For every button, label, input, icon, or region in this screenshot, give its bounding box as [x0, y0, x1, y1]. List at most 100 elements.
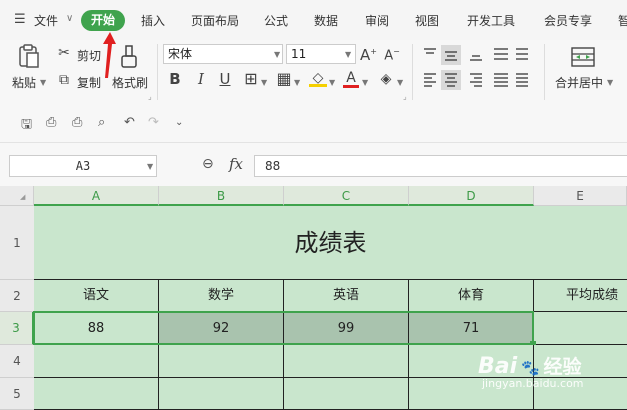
- select-all-corner[interactable]: [0, 186, 34, 206]
- shrink-font-icon[interactable]: A−: [384, 43, 400, 65]
- red-arrow-annotation: [103, 32, 116, 78]
- file-menu[interactable]: 文件: [34, 12, 58, 29]
- tab-developer[interactable]: 开发工具: [467, 12, 515, 29]
- formula-input[interactable]: 88: [254, 155, 627, 177]
- cell-style-icon[interactable]: ▦: [275, 70, 293, 88]
- underline-button[interactable]: U: [216, 70, 234, 88]
- row-header-4[interactable]: 4: [0, 345, 34, 378]
- merge-center-icon[interactable]: [570, 46, 596, 68]
- column-header-b[interactable]: B: [159, 186, 284, 206]
- eraser-icon[interactable]: ◈: [377, 70, 395, 88]
- column-header-d[interactable]: D: [409, 186, 534, 206]
- hamburger-icon[interactable]: ☰: [14, 12, 26, 27]
- row-header-2[interactable]: 2: [0, 280, 34, 312]
- empty-cell[interactable]: [284, 345, 409, 378]
- middle-align-button-bg: [441, 45, 461, 65]
- cell-style-dropdown-icon[interactable]: ▼: [294, 78, 300, 87]
- print-icon[interactable]: ⎙: [72, 115, 82, 130]
- header-cell-english[interactable]: 英语: [284, 280, 409, 312]
- empty-cell[interactable]: [34, 378, 159, 410]
- print-preview-icon[interactable]: ⌕: [98, 115, 105, 130]
- zoom-function-icon[interactable]: ⊖: [202, 156, 214, 172]
- font-name-select[interactable]: 宋体: [163, 44, 283, 64]
- watermark-url: jingyan.baidu.com: [482, 377, 584, 390]
- insert-function-button[interactable]: fx: [229, 155, 243, 173]
- watermark-brand-suffix: 经验: [543, 356, 582, 378]
- tab-start[interactable]: 开始: [81, 10, 125, 31]
- empty-cell[interactable]: [159, 345, 284, 378]
- font-dialog-launcher-icon[interactable]: ⌟: [403, 92, 407, 101]
- menu-bar: ☰ 文件 ∨ 开始 插入 页面布局 公式 数据 审阅 视图 开发工具 会员专享 …: [0, 0, 627, 40]
- row-header-3[interactable]: 3: [0, 312, 34, 345]
- watermark-brand: Bai: [478, 354, 518, 379]
- header-cell-math[interactable]: 数学: [159, 280, 284, 312]
- tab-formulas[interactable]: 公式: [264, 12, 288, 29]
- header-cell-pe[interactable]: 体育: [409, 280, 534, 312]
- header-cell-average[interactable]: 平均成绩: [534, 280, 627, 312]
- paste-button[interactable]: 粘贴: [12, 74, 36, 91]
- ribbon-divider: [412, 44, 413, 100]
- copy-icon[interactable]: ⧉: [55, 71, 73, 89]
- column-header-c[interactable]: C: [284, 186, 409, 206]
- scissors-icon[interactable]: ✂: [55, 44, 73, 62]
- tab-page-layout[interactable]: 页面布局: [191, 12, 239, 29]
- empty-cell[interactable]: [284, 378, 409, 410]
- merge-center-dropdown-icon[interactable]: ▼: [607, 78, 613, 87]
- name-box-dropdown-icon[interactable]: ▼: [147, 162, 153, 171]
- grow-font-icon[interactable]: A+: [360, 43, 377, 64]
- name-box[interactable]: A3: [9, 155, 157, 177]
- fill-color-icon[interactable]: ◇: [309, 69, 327, 87]
- border-icon[interactable]: ⊞: [242, 70, 260, 88]
- empty-cell[interactable]: [34, 345, 159, 378]
- font-color-icon[interactable]: A: [343, 69, 359, 88]
- chevron-down-icon[interactable]: ∨: [66, 13, 73, 24]
- font-color-dropdown-icon[interactable]: ▼: [362, 78, 368, 87]
- clear-dropdown-icon[interactable]: ▼: [397, 78, 403, 87]
- score-cell-c3[interactable]: 99: [284, 312, 409, 345]
- score-cell-d3[interactable]: 71: [409, 312, 534, 345]
- copy-button[interactable]: 复制: [77, 74, 101, 91]
- format-painter-icon[interactable]: [119, 44, 139, 70]
- empty-cell[interactable]: [159, 378, 284, 410]
- ribbon-divider: [157, 44, 158, 100]
- fill-color-dropdown-icon[interactable]: ▼: [329, 78, 335, 87]
- tab-insert[interactable]: 插入: [141, 12, 165, 29]
- paw-icon: 🐾: [520, 359, 540, 377]
- score-cell-a3[interactable]: 88: [34, 312, 159, 345]
- undo-icon[interactable]: ↶: [124, 115, 135, 130]
- clipboard-dialog-launcher-icon[interactable]: ⌟: [148, 92, 152, 101]
- tab-review[interactable]: 审阅: [365, 12, 389, 29]
- merge-center-button[interactable]: 合并居中: [555, 74, 603, 91]
- clipboard-icon[interactable]: [16, 43, 42, 69]
- font-name-dropdown-icon[interactable]: ▼: [274, 50, 280, 59]
- header-cell-chinese[interactable]: 语文: [34, 280, 159, 312]
- score-cell-b3[interactable]: 92: [159, 312, 284, 345]
- cut-button[interactable]: 剪切: [77, 47, 101, 64]
- column-header-e[interactable]: E: [534, 186, 627, 206]
- bold-button[interactable]: B: [166, 70, 184, 88]
- title-cell[interactable]: 成绩表: [34, 206, 627, 280]
- ribbon-divider: [544, 44, 545, 100]
- quick-access-toolbar: 🖫 ⎙ ⎙ ⌕ ↶ ↷ ⌄: [0, 104, 627, 143]
- row-header-1[interactable]: 1: [0, 206, 34, 280]
- tab-view[interactable]: 视图: [415, 12, 439, 29]
- row-header-5[interactable]: 5: [0, 378, 34, 410]
- tab-data[interactable]: 数据: [314, 12, 338, 29]
- customize-toolbar-icon[interactable]: ⌄: [175, 117, 183, 128]
- tab-smart[interactable]: 智: [618, 12, 627, 29]
- baidu-watermark: Bai 🐾 经验 jingyan.baidu.com: [478, 352, 624, 408]
- alignment-group: [424, 45, 528, 90]
- export-pdf-icon[interactable]: ⎙: [46, 115, 56, 130]
- font-size-dropdown-icon[interactable]: ▼: [345, 50, 351, 59]
- paste-dropdown-icon[interactable]: ▼: [40, 78, 46, 87]
- border-dropdown-icon[interactable]: ▼: [261, 78, 267, 87]
- format-painter-button[interactable]: 格式刷: [112, 74, 148, 91]
- italic-button[interactable]: I: [192, 70, 210, 88]
- redo-icon[interactable]: ↷: [148, 115, 159, 130]
- save-icon[interactable]: 🖫: [21, 115, 32, 137]
- tab-member[interactable]: 会员专享: [544, 12, 592, 29]
- formula-bar: A3 ▼ ⊖ fx 88: [0, 143, 627, 186]
- score-cell-e3[interactable]: [534, 312, 627, 345]
- ribbon: 粘贴 ▼ ✂ 剪切 ⧉ 复制 格式刷 ⌟ 宋体 ▼ 11 ▼ A+ A− B I…: [0, 32, 627, 104]
- column-header-a[interactable]: A: [34, 186, 159, 206]
